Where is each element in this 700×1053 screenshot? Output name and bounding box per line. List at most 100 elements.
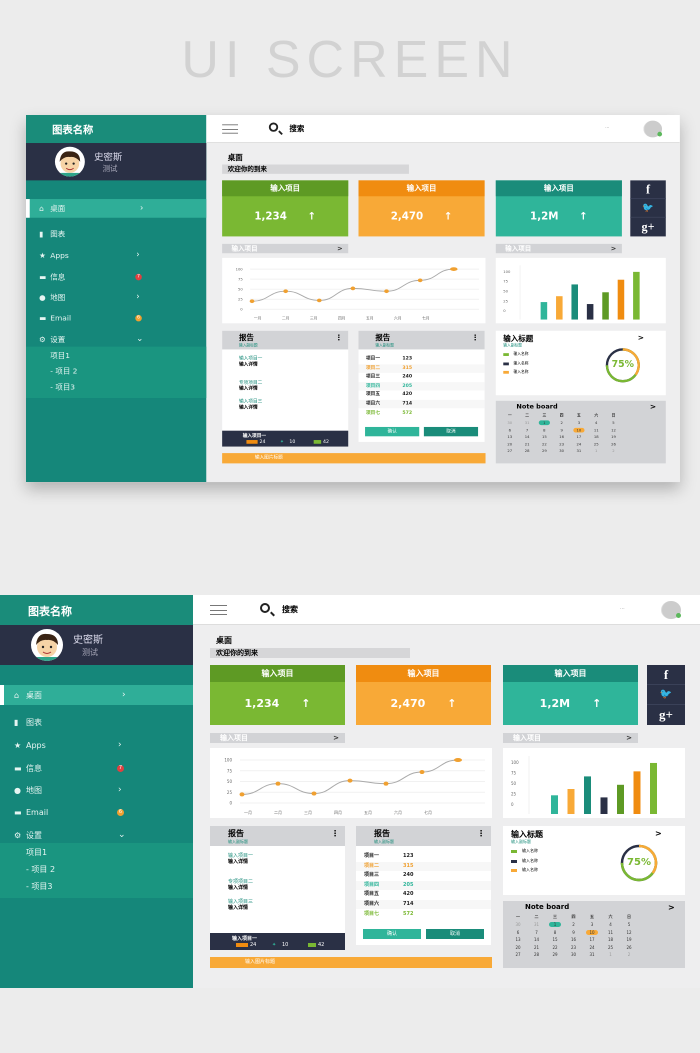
calendar-day[interactable]: 29 — [549, 952, 561, 957]
hamburger-menu-icon[interactable] — [210, 605, 227, 615]
section-label[interactable]: 输入项目 > — [495, 243, 622, 254]
calendar-day[interactable]: 28 — [531, 952, 543, 957]
calendar-day[interactable]: 10 — [573, 427, 585, 433]
calendar-day[interactable]: 5 — [623, 922, 635, 927]
sidebar-item-desktop[interactable]: ⌂ 桌面 › — [0, 685, 193, 705]
calendar-day[interactable]: 16 — [556, 434, 567, 439]
section-label[interactable]: 输入项目 > — [210, 733, 345, 743]
calendar-day[interactable]: 2 — [608, 448, 619, 453]
sidebar-item-settings[interactable]: ⚙ 设置 ⌄ — [0, 825, 193, 845]
calendar-day[interactable]: 24 — [586, 945, 598, 950]
calendar-day[interactable]: 16 — [568, 937, 580, 942]
hamburger-menu-icon[interactable] — [222, 124, 239, 134]
calendar-day[interactable]: 18 — [591, 434, 602, 439]
more-icon[interactable]: ⋮ — [331, 829, 339, 838]
calendar-day[interactable]: 14 — [531, 937, 543, 942]
calendar-day[interactable]: 30 — [504, 420, 515, 425]
bottom-banner[interactable]: 输入图片标题 — [210, 957, 492, 968]
calendar-day[interactable]: 11 — [591, 427, 602, 432]
calendar-day[interactable]: 2 — [623, 952, 635, 957]
calendar-day[interactable]: 23 — [568, 945, 580, 950]
sidebar-item-email[interactable]: ▬ Email 6 — [26, 308, 206, 327]
google-plus-icon[interactable]: g+ — [647, 705, 685, 725]
facebook-icon[interactable]: f — [630, 180, 666, 200]
submenu-item-2[interactable]: - 项目 2 — [26, 864, 55, 875]
more-icon[interactable]: ⋮ — [477, 829, 485, 838]
sidebar-item-messages[interactable]: ▬ 信息 7 — [0, 758, 193, 778]
calendar-day[interactable]: 17 — [586, 937, 598, 942]
chevron-right-icon[interactable]: > — [668, 903, 675, 912]
search-input[interactable]: 搜索 — [282, 604, 298, 615]
calendar-day[interactable]: 28 — [521, 448, 532, 453]
calendar-day[interactable]: 20 — [512, 945, 524, 950]
calendar-day[interactable]: 3 — [573, 420, 584, 425]
section-label[interactable]: 输入项目 > — [503, 733, 638, 743]
submenu-item-3[interactable]: - 项目3 — [50, 382, 75, 392]
twitter-icon[interactable]: 🐦 — [647, 685, 685, 705]
calendar-day[interactable]: 27 — [504, 448, 515, 453]
calendar-day[interactable]: 1 — [605, 952, 617, 957]
sidebar-item-email[interactable]: ▬ Email 6 — [0, 802, 193, 822]
google-plus-icon[interactable]: g+ — [630, 218, 665, 237]
chevron-right-icon[interactable]: > — [655, 829, 662, 838]
submenu-item-1[interactable]: 项目1 — [26, 847, 47, 858]
calendar-day[interactable]: 13 — [504, 434, 515, 439]
submenu-item-2[interactable]: - 项目 2 — [50, 366, 77, 376]
calendar-day[interactable]: 15 — [539, 434, 550, 439]
calendar-day[interactable]: 9 — [568, 930, 580, 935]
calendar-day[interactable]: 25 — [591, 441, 602, 446]
sidebar-item-map[interactable]: ● 地图 › — [26, 288, 206, 307]
search-icon[interactable] — [260, 603, 270, 613]
calendar-day[interactable]: 3 — [586, 922, 598, 927]
twitter-icon[interactable]: 🐦 — [630, 199, 666, 218]
calendar-day[interactable]: 12 — [608, 427, 619, 432]
calendar-day[interactable]: 13 — [512, 937, 524, 942]
user-menu-text[interactable]: ··· — [605, 125, 609, 131]
calendar-day[interactable]: 4 — [591, 420, 602, 425]
more-icon[interactable]: ⋮ — [335, 334, 342, 342]
user-avatar[interactable] — [643, 120, 663, 138]
user-avatar[interactable] — [661, 601, 681, 619]
confirm-button[interactable]: 确认 — [365, 426, 420, 437]
sidebar-item-apps[interactable]: ★ Apps › — [0, 735, 193, 755]
sidebar-item-messages[interactable]: ▬ 信息 7 — [26, 267, 206, 286]
calendar-day[interactable]: 12 — [623, 930, 635, 935]
calendar-day[interactable]: 1 — [538, 420, 550, 426]
calendar-day[interactable]: 6 — [504, 427, 515, 432]
calendar-day[interactable]: 31 — [586, 952, 598, 957]
calendar-day[interactable]: 22 — [549, 945, 561, 950]
user-menu-text[interactable]: ··· — [620, 606, 625, 612]
calendar-day[interactable]: 20 — [504, 441, 515, 446]
calendar-day[interactable]: 26 — [623, 945, 635, 950]
bottom-banner[interactable]: 输入图片标题 — [222, 453, 486, 464]
more-icon[interactable]: ⋮ — [472, 334, 479, 342]
calendar-day[interactable]: 2 — [556, 420, 567, 425]
calendar-day[interactable]: 17 — [573, 434, 584, 439]
calendar-day[interactable]: 15 — [549, 937, 561, 942]
sidebar-item-charts[interactable]: ▮ 图表 — [0, 712, 193, 732]
calendar-day[interactable]: 5 — [608, 420, 619, 425]
calendar-day[interactable]: 21 — [521, 441, 532, 446]
calendar-day[interactable]: 26 — [608, 441, 619, 446]
calendar-day[interactable]: 8 — [539, 427, 550, 432]
calendar-day[interactable]: 9 — [556, 427, 567, 432]
calendar-day[interactable]: 7 — [531, 930, 543, 935]
cancel-button[interactable]: 取消 — [426, 929, 484, 939]
calendar-day[interactable]: 8 — [549, 930, 561, 935]
submenu-item-1[interactable]: 项目1 — [50, 350, 70, 360]
search-input[interactable]: 搜索 — [289, 123, 304, 133]
facebook-icon[interactable]: f — [647, 665, 685, 685]
section-label[interactable]: 输入项目 > — [222, 243, 349, 254]
calendar-day[interactable]: 31 — [531, 922, 543, 927]
search-icon[interactable] — [268, 122, 279, 132]
calendar-day[interactable]: 6 — [512, 930, 524, 935]
calendar-day[interactable]: 4 — [605, 922, 617, 927]
calendar-day[interactable]: 27 — [512, 952, 524, 957]
sidebar-item-charts[interactable]: ▮ 图表 — [26, 224, 206, 243]
calendar-day[interactable]: 14 — [521, 434, 532, 439]
calendar-day[interactable]: 2 — [568, 922, 580, 927]
confirm-button[interactable]: 确认 — [363, 929, 421, 939]
calendar-day[interactable]: 1 — [591, 448, 602, 453]
calendar-day[interactable]: 10 — [586, 929, 598, 935]
calendar-day[interactable]: 1 — [549, 922, 561, 927]
